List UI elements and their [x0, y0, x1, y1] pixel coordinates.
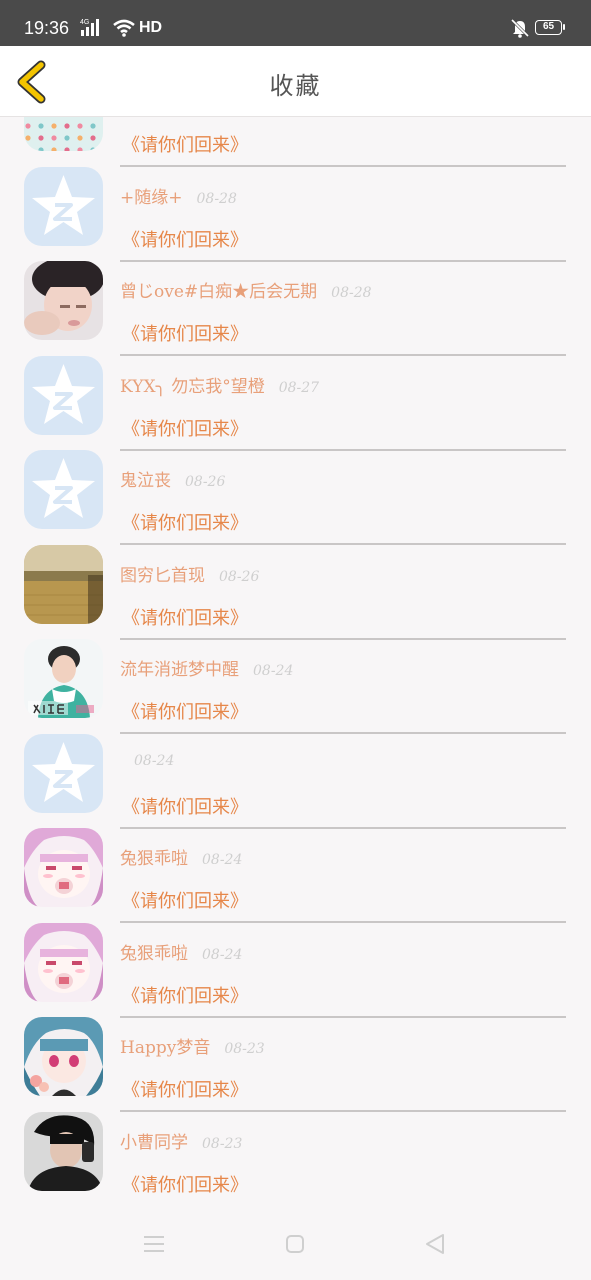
system-nav-bar [0, 1204, 591, 1280]
avatar[interactable] [24, 922, 103, 1002]
nav-back-icon[interactable] [424, 1233, 446, 1255]
avatar[interactable] [24, 639, 103, 718]
name-line: KYX╮ 勿忘我°望橙 08-27 [120, 372, 319, 397]
name-line: 小曹同学 08-23 [120, 1128, 242, 1153]
user-name[interactable]: 鬼泣丧 [120, 471, 171, 491]
user-name[interactable]: 小曹同学 [120, 1133, 188, 1153]
user-name[interactable]: 兔狠乖啦 [120, 944, 188, 964]
avatar[interactable] [24, 117, 103, 151]
avatar[interactable] [24, 261, 103, 340]
post-date: 08-26 [185, 474, 226, 490]
mute-bell-icon [510, 18, 530, 38]
favorite-item[interactable]: 《请你们回来》 [0, 117, 591, 167]
avatar[interactable] [24, 1111, 103, 1191]
post-date: 08-23 [202, 1135, 243, 1152]
favorite-item[interactable]: 兔狠乖啦 08-24 《请你们回来》 [0, 906, 591, 1018]
name-line: Happy梦音 08-23 [120, 1033, 265, 1058]
post-date: 08-24 [202, 852, 243, 868]
post-date: 08-24 [253, 663, 294, 679]
avatar[interactable] [24, 1017, 103, 1096]
wifi-icon [113, 19, 135, 37]
hd-label: HD [139, 19, 163, 36]
user-name[interactable]: Happy梦音 [120, 1038, 210, 1058]
message-text[interactable]: 《请你们回来》 [122, 1171, 248, 1197]
status-time: 19:36 [24, 18, 70, 38]
avatar[interactable] [24, 733, 103, 813]
user-name[interactable]: 兔狠乖啦 [120, 849, 188, 869]
user-name[interactable]: 图穷匕首现 [120, 566, 205, 586]
avatar[interactable] [24, 544, 103, 624]
favorite-item[interactable]: 兔狠乖啦 08-24 《请你们回来》 [0, 811, 591, 923]
post-date: 08-24 [134, 752, 175, 769]
favorite-item[interactable]: KYX╮ 勿忘我°望橙 08-27 《请你们回来》 [0, 339, 591, 451]
post-date: 08-24 [202, 946, 243, 963]
user-name[interactable]: 流年消逝梦中醒 [120, 660, 239, 680]
post-date: 08-27 [278, 379, 320, 396]
page-title: 收藏 [269, 72, 322, 100]
post-date: 08-23 [224, 1041, 265, 1057]
favorite-item[interactable]: 鬼泣丧 08-26 《请你们回来》 [0, 433, 591, 545]
post-date: 08-28 [331, 285, 372, 301]
user-name[interactable]: 曾じove#白痴★后会无期 [120, 282, 317, 302]
name-line: 08-24 [120, 750, 174, 770]
avatar[interactable] [24, 450, 103, 529]
favorites-list[interactable]: 《请你们回来》 +随缘+ 08-28 《请你们回来》 曾じove#白痴★后会无期 08-2… [0, 117, 591, 1204]
name-line: 图穷匕首现 08-26 [120, 561, 259, 586]
avatar[interactable] [24, 166, 103, 246]
avatar[interactable] [24, 355, 103, 435]
post-date: 08-26 [219, 568, 260, 585]
post-date: 08-28 [196, 190, 237, 207]
avatar[interactable] [24, 828, 103, 907]
name-line: 鬼泣丧 08-26 [120, 466, 225, 491]
favorite-item[interactable]: 08-24 《请你们回来》 [0, 717, 591, 829]
status-bar: 19:36 4G HD 65 [0, 0, 591, 46]
cellular-signal-icon: 4G [80, 19, 99, 36]
favorite-item[interactable]: 曾じove#白痴★后会无期 08-28 《请你们回来》 [0, 244, 591, 356]
name-line: 曾じove#白痴★后会无期 08-28 [120, 277, 372, 302]
signal-label: 4G [80, 19, 89, 26]
battery-indicator: 65 [535, 20, 565, 35]
menu-icon[interactable] [143, 1234, 165, 1254]
favorite-item[interactable]: 小曹同学 08-23 《请你们回来》 [0, 1095, 591, 1196]
user-name[interactable]: +随缘+ [120, 188, 183, 208]
favorite-item[interactable]: 流年消逝梦中醒 08-24 《请你们回来》 [0, 622, 591, 734]
favorite-item[interactable]: 图穷匕首现 08-26 《请你们回来》 [0, 528, 591, 640]
favorite-item[interactable]: Happy梦音 08-23 《请你们回来》 [0, 1000, 591, 1112]
favorite-item[interactable]: +随缘+ 08-28 《请你们回来》 [0, 150, 591, 262]
home-icon[interactable] [285, 1234, 305, 1254]
name-line: 流年消逝梦中醒 08-24 [120, 655, 293, 680]
name-line: +随缘+ 08-28 [120, 183, 237, 208]
name-line: 兔狠乖啦 08-24 [120, 844, 242, 869]
user-name[interactable]: KYX╮ 勿忘我°望橙 [120, 377, 265, 397]
app-header: 收藏 [0, 46, 591, 117]
name-line: 兔狠乖啦 08-24 [120, 939, 242, 964]
